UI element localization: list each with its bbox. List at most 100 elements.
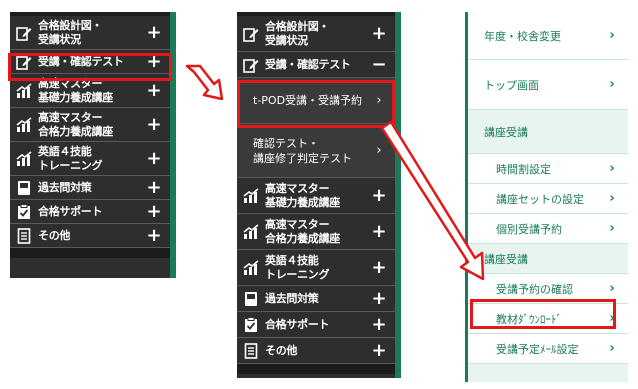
nav-item-label: 受講予定ﾒｰﾙ設定 — [496, 342, 579, 356]
chart-icon — [243, 187, 259, 204]
menu-item-label: その他 — [265, 343, 298, 357]
chevron-right-icon: › — [609, 191, 615, 206]
menu-item-label: 過去問対策 — [38, 180, 92, 194]
plus-icon[interactable]: + — [371, 315, 387, 333]
menu-item-goal-plan[interactable]: 合格設計図・ 受講状況 + — [10, 16, 170, 50]
plus-icon[interactable]: + — [371, 222, 387, 240]
menu-item-label: 高速マスター 基礎力養成講座 — [38, 76, 113, 104]
menu-item-goal-plan[interactable]: 合格設計図・ 受講状況 + — [237, 16, 395, 52]
edit-icon — [243, 26, 259, 42]
chevron-right-icon: › — [609, 281, 615, 296]
plus-icon[interactable]: + — [371, 186, 387, 204]
nav-item-top-page[interactable]: トップ画面 › — [468, 60, 628, 110]
chevron-right-icon: › — [376, 93, 382, 108]
nav-item-label: 個別受講予約 — [496, 222, 562, 236]
nav-section-lecture: 講座受講 — [468, 110, 628, 154]
plus-icon[interactable]: + — [371, 24, 387, 42]
chart-icon — [243, 259, 259, 276]
menu-item-speed-master-basic[interactable]: 高速マスター 基礎力養成講座 + — [10, 74, 170, 108]
document-icon — [16, 227, 32, 244]
edit-icon — [243, 57, 259, 73]
nav-section-lecture-2: 講座受講 — [468, 244, 628, 274]
menu-item-others[interactable]: その他 + — [237, 338, 395, 364]
nav-item-label: 受講予約の確認 — [496, 282, 573, 296]
chevron-right-icon: › — [609, 221, 615, 236]
section-label: 講座受講 — [484, 252, 528, 266]
nav-item-label: 時間割設定 — [496, 162, 551, 176]
minus-icon[interactable]: − — [371, 55, 387, 73]
plus-icon[interactable]: + — [371, 289, 387, 307]
menu-item-label: 英語４技能 トレーニング — [265, 253, 330, 281]
chevron-right-icon: › — [609, 161, 615, 176]
menu-item-label: 高速マスター 合格力養成講座 — [38, 110, 113, 138]
menu-item-english-training[interactable]: 英語４技能 トレーニング + — [10, 142, 170, 176]
menu-item-speed-master-basic[interactable]: 高速マスター 基礎力養成講座 + — [237, 178, 395, 214]
nav-item-label: 教材ﾀﾞｳﾝﾛｰﾄﾞ — [496, 312, 562, 326]
plus-icon[interactable]: + — [371, 341, 387, 359]
menu-item-label: 過去問対策 — [265, 291, 319, 305]
menu-item-speed-master-pass[interactable]: 高速マスター 合格力養成講座 + — [237, 214, 395, 250]
menu-item-past-exams[interactable]: 過去問対策 + — [237, 286, 395, 312]
document-icon — [243, 342, 259, 359]
nav-item-timetable[interactable]: 時間割設定 › — [468, 154, 628, 184]
menu-item-label: 高速マスター 基礎力養成講座 — [265, 181, 340, 209]
book-icon — [243, 291, 259, 307]
submenu-check-test[interactable]: 確認テスト・ 講座修了判定テスト › — [237, 124, 395, 178]
menu-item-label: 受講・確認テスト — [265, 57, 351, 71]
transition-arrow-1 — [185, 64, 224, 101]
nav-item-mail-settings[interactable]: 受講予定ﾒｰﾙ設定 › — [468, 334, 628, 364]
right-nav-menu: 年度・校舎変更 › トップ画面 › 講座受講 時間割設定 › 講座セットの設定 … — [465, 12, 628, 382]
plus-icon[interactable]: + — [146, 81, 162, 99]
plus-icon[interactable]: + — [146, 23, 162, 41]
side-menu-expanded: 合格設計図・ 受講状況 + 受講・確認テスト − t-POD受講・受講予約 › … — [237, 12, 401, 378]
chevron-right-icon: › — [376, 143, 382, 158]
nav-item-material-download[interactable]: 教材ﾀﾞｳﾝﾛｰﾄﾞ › — [468, 304, 628, 334]
edit-icon — [16, 25, 32, 41]
chart-icon — [16, 116, 32, 133]
menu-item-lecture-test[interactable]: 受講・確認テスト − — [237, 52, 395, 78]
chart-icon — [16, 150, 32, 167]
menu-item-label: 合格設計図・ 受講状況 — [265, 19, 330, 47]
menu-item-label: 受講・確認テスト — [38, 54, 124, 68]
nav-item-individual-reservation[interactable]: 個別受講予約 › — [468, 214, 628, 244]
menu-item-speed-master-pass[interactable]: 高速マスター 合格力養成講座 + — [10, 108, 170, 142]
chart-icon — [243, 223, 259, 240]
accent-bar — [170, 12, 176, 278]
menu-item-lecture-test[interactable]: 受講・確認テスト + — [10, 50, 170, 74]
nav-item-reservation-confirm[interactable]: 受講予約の確認 › — [468, 274, 628, 304]
menu-bottom-bar — [237, 364, 395, 374]
plus-icon[interactable]: + — [146, 52, 162, 70]
nav-item-label: 年度・校舎変更 — [484, 29, 561, 43]
plus-icon[interactable]: + — [146, 115, 162, 133]
menu-item-english-training[interactable]: 英語４技能 トレーニング + — [237, 250, 395, 286]
menu-item-pass-support[interactable]: 合格サポート + — [10, 200, 170, 224]
menu-item-others[interactable]: その他 + — [10, 224, 170, 248]
edit-icon — [16, 54, 32, 70]
submenu-label: 確認テスト・ 講座修了判定テスト — [253, 136, 352, 165]
book-icon — [16, 180, 32, 196]
menu-item-label: 合格サポート — [265, 317, 330, 331]
nav-item-course-set[interactable]: 講座セットの設定 › — [468, 184, 628, 214]
nav-item-year-campus[interactable]: 年度・校舎変更 › — [468, 12, 628, 60]
plus-icon[interactable]: + — [146, 226, 162, 244]
plus-icon[interactable]: + — [146, 178, 162, 196]
side-menu-collapsed: 合格設計図・ 受講状況 + 受講・確認テスト + 高速マスター 基礎力養成講座 … — [10, 12, 176, 278]
plus-icon[interactable]: + — [371, 258, 387, 276]
chevron-right-icon: › — [609, 311, 615, 326]
menu-item-pass-support[interactable]: 合格サポート + — [237, 312, 395, 338]
submenu-label: t-POD受講・受講予約 — [253, 94, 363, 107]
menu-item-label: その他 — [38, 228, 71, 242]
menu-item-past-exams[interactable]: 過去問対策 + — [10, 176, 170, 200]
chevron-right-icon: › — [609, 77, 615, 92]
section-label: 講座受講 — [484, 125, 528, 139]
plus-icon[interactable]: + — [146, 149, 162, 167]
menu-item-label: 合格サポート — [38, 204, 103, 218]
clipboard-check-icon — [243, 316, 259, 333]
plus-icon[interactable]: + — [146, 202, 162, 220]
submenu-tpod-reservation[interactable]: t-POD受講・受講予約 › — [237, 78, 395, 124]
menu-item-label: 高速マスター 合格力養成講座 — [265, 217, 340, 245]
nav-item-label: トップ画面 — [484, 78, 539, 92]
accent-bar — [395, 12, 401, 378]
nav-item-label: 講座セットの設定 — [496, 192, 584, 206]
chart-icon — [16, 82, 32, 99]
